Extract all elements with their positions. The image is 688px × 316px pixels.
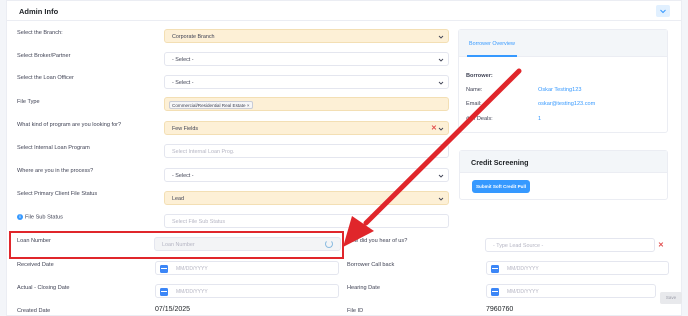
annotation-arrow (343, 68, 522, 247)
save-button[interactable]: Save (660, 292, 682, 304)
